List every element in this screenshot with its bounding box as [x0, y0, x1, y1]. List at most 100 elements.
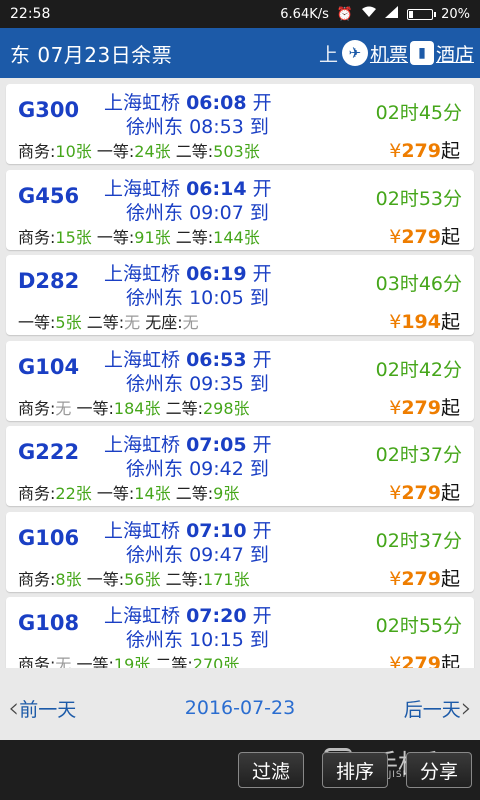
departure-info: 上海虹桥 06:08 开: [104, 88, 272, 115]
ticket-price: ¥279起: [389, 649, 460, 668]
ticket-price: ¥194起: [389, 307, 460, 334]
seat-availability: 298张: [202, 398, 250, 418]
departure-word: 开: [252, 177, 272, 200]
plane-icon: ✈: [341, 40, 368, 66]
departure-word: 开: [252, 348, 272, 371]
trip-duration: 02时37分: [375, 444, 462, 466]
departure-station: 上海虹桥: [104, 92, 181, 114]
departure-info: 上海虹桥 07:20 开: [104, 601, 272, 628]
arrival-time: 08:53: [189, 116, 244, 138]
arrival-info: 徐州东 09:35 到: [126, 369, 269, 396]
price-value: 279: [401, 140, 441, 162]
seat-summary: 一等:5张 二等:无 无座:无: [18, 309, 199, 333]
current-date[interactable]: 2016-07-23: [185, 697, 295, 719]
seat-availability: 171张: [202, 569, 250, 589]
seat-class-label: 商务:: [18, 655, 56, 668]
status-time: 22:58: [10, 6, 51, 22]
price-suffix: 起: [440, 653, 460, 668]
seat-availability: 91张: [134, 227, 171, 247]
seat-class-label: 一等:: [86, 569, 125, 589]
departure-word: 开: [252, 92, 272, 114]
trip-duration: 02时37分: [375, 529, 462, 552]
seat-class-label: 商务:: [18, 484, 56, 503]
seat-availability: 14张: [134, 484, 171, 503]
seat-class-label: 二等:: [155, 655, 193, 668]
arrival-time: 09:35: [189, 372, 244, 395]
seat-class-label: 商务:: [18, 398, 56, 418]
header-cut-text: 上: [318, 43, 338, 66]
seat-summary: 商务:15张 一等:91张 二等:144张: [18, 224, 260, 248]
flight-label: 机票: [369, 43, 408, 66]
arrival-word: 到: [249, 116, 269, 138]
network-speed: 6.64K/s: [280, 6, 329, 22]
wifi-icon: [361, 6, 377, 22]
seat-availability: 24张: [134, 142, 171, 161]
currency-symbol: ¥: [389, 140, 402, 162]
departure-time: 07:10: [186, 519, 247, 542]
arrival-info: 徐州东 09:47 到: [126, 540, 269, 567]
train-card[interactable]: G108 上海虹桥 07:20 开徐州东 10:15 到 02时55分 商务:无 一等…: [6, 597, 474, 668]
seat-class-label: 二等:: [165, 569, 203, 589]
train-card[interactable]: D282 上海虹桥 06:19 开徐州东 10:05 到 03时46分 一等:5张 二…: [6, 255, 474, 335]
departure-station: 上海虹桥: [104, 263, 181, 285]
arrival-word: 到: [249, 372, 269, 395]
alarm-icon: ⏰: [336, 6, 354, 22]
share-button[interactable]: 分享: [406, 752, 472, 788]
departure-word: 开: [252, 434, 272, 456]
train-card[interactable]: G106 上海虹桥 07:10 开徐州东 09:47 到 02时37分 商务:8张 一…: [6, 511, 474, 592]
price-value: 279: [401, 567, 441, 590]
hotel-link[interactable]: ▮ 酒店: [408, 40, 474, 67]
price-suffix: 起: [440, 567, 460, 590]
seat-summary: 商务:无 一等:19张 二等:270张: [18, 651, 239, 668]
departure-time: 07:05: [186, 434, 247, 456]
price-suffix: 起: [440, 225, 460, 248]
status-indicators: 6.64K/s ⏰ 20%: [280, 6, 470, 22]
page-title: 东 07月23日余票: [10, 42, 173, 67]
seat-class-label: 二等:: [86, 313, 125, 332]
seat-class-label: 一等:: [96, 142, 135, 161]
departure-info: 上海虹桥 07:10 开: [104, 516, 272, 543]
currency-symbol: ¥: [389, 482, 402, 504]
battery-icon: [407, 8, 437, 20]
seat-availability: 9张: [213, 484, 240, 503]
arrival-station: 徐州东: [126, 116, 184, 138]
train-card[interactable]: G456 上海虹桥 06:14 开徐州东 09:07 到 02时53分 商务:15张 …: [6, 169, 474, 250]
currency-symbol: ¥: [389, 567, 402, 590]
seat-availability: 无: [55, 655, 72, 668]
flight-link[interactable]: ✈ 机票: [340, 40, 408, 67]
seat-class-label: 二等:: [165, 398, 203, 418]
filter-button[interactable]: 过滤: [238, 752, 304, 788]
train-number: G456: [18, 183, 80, 208]
departure-station: 上海虹桥: [104, 348, 181, 371]
departure-station: 上海虹桥: [104, 605, 181, 627]
currency-symbol: ¥: [389, 311, 402, 333]
train-card[interactable]: G104 上海虹桥 06:53 开徐州东 09:35 到 02时42分 商务:无 一等…: [6, 340, 474, 421]
arrival-time: 10:15: [189, 629, 244, 651]
departure-info: 上海虹桥 07:05 开: [104, 430, 272, 457]
seat-availability: 无: [55, 398, 72, 418]
arrival-station: 徐州东: [126, 629, 184, 651]
next-day-button[interactable]: 后一天 ›: [404, 694, 472, 722]
train-card[interactable]: G300 上海虹桥 06:08 开徐州东 08:53 到 02时45分 商务:10张 …: [6, 84, 474, 164]
ticket-price: ¥279起: [389, 393, 460, 420]
price-value: 279: [401, 396, 441, 419]
header-bar: 东 07月23日余票 上 ✈ 机票 ▮ 酒店: [0, 28, 480, 78]
seat-availability: 10张: [55, 142, 92, 161]
seat-class-label: 一等:: [76, 398, 114, 418]
departure-station: 上海虹桥: [104, 434, 181, 456]
departure-info: 上海虹桥 06:14 开: [104, 174, 272, 201]
seat-availability: 144张: [213, 227, 260, 247]
prev-day-button[interactable]: ‹ 前一天: [8, 694, 76, 722]
prev-day-label: 前一天: [19, 698, 77, 721]
train-list[interactable]: G300 上海虹桥 06:08 开徐州东 08:53 到 02时45分 商务:10张 …: [0, 78, 480, 668]
ticket-price: ¥279起: [389, 222, 460, 249]
train-card[interactable]: G222 上海虹桥 07:05 开徐州东 09:42 到 02时37分 商务:22张 …: [6, 426, 474, 506]
arrival-station: 徐州东: [126, 372, 184, 395]
trip-duration: 03时46分: [375, 273, 462, 295]
bottom-toolbar: 手机鼠 SHOUJISHU.COM 过滤 排序 分享: [0, 740, 480, 800]
train-number: D282: [18, 269, 80, 293]
seat-availability: 15张: [55, 227, 92, 247]
sort-button[interactable]: 排序: [322, 752, 388, 788]
seat-summary: 商务:22张 一等:14张 二等:9张: [18, 480, 239, 504]
hotel-icon: ▮: [409, 41, 434, 65]
